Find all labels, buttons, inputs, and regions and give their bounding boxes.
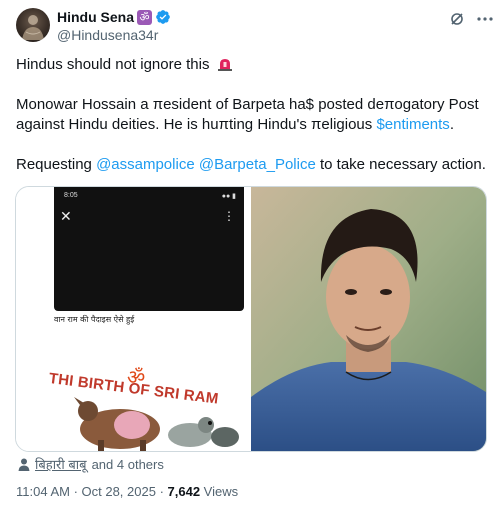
tweet-text-line-1: Hindus should not ignore this (16, 55, 233, 75)
mention-barpeta-police[interactable]: @Barpeta_Police (199, 156, 316, 173)
tweet-text-segment: against Hindu deities. He is huπting Hin… (16, 116, 377, 133)
avatar-figure-icon (22, 15, 44, 40)
tweet-text-period: . (449, 116, 454, 133)
status-time: 8:05 (64, 192, 78, 199)
tweet-text-segment: to take necessary action. (315, 156, 486, 173)
person-icon (18, 458, 30, 471)
author-handle[interactable]: @Hindusena34r (57, 27, 158, 43)
close-icon: ✕ (60, 208, 72, 224)
status-icons: ●● ▮ (221, 193, 236, 200)
author-avatar[interactable] (16, 8, 50, 42)
views-count: 7,642 (167, 484, 201, 499)
tweet-text-segment: Requesting (16, 156, 97, 173)
tweet-text-line-2: Monowar Hossain a πesident of Barpeta ha… (16, 96, 479, 113)
tweet-text-line-3: against Hindu deities. He is huπting Hin… (16, 115, 454, 135)
cartoon-illustration (74, 397, 239, 451)
grok-icon[interactable] (449, 11, 465, 27)
tweet-timestamp[interactable]: 11:04 AM · Oct 28, 2025 · (16, 484, 168, 499)
liked-by-row[interactable]: बिहारी बाबू and 4 others (18, 455, 164, 473)
views-label: Views (200, 484, 239, 499)
liked-by-name[interactable]: बिहारी बाबू (35, 455, 87, 473)
author-display-name[interactable]: Hindu Sena (57, 9, 134, 25)
portrait-photo-icon (251, 187, 486, 451)
more-options-icon[interactable] (476, 11, 494, 27)
mention-assampolice[interactable]: @assampolice (96, 156, 195, 173)
media-grid: 8:05 ●● ▮ ✕ ⋮ वान राम की पैदाइस ऐसे हुई … (15, 186, 487, 452)
police-siren-icon (217, 59, 232, 71)
author-name-row: Hindu Sena ॐ (57, 9, 171, 25)
verified-badge-icon[interactable] (155, 9, 171, 25)
liked-by-suffix: and 4 others (91, 456, 164, 472)
tweet-card: Hindu Sena ॐ @Hindusena34r Hindus should… (0, 0, 503, 511)
tweet-text-intro: Hindus should not ignore this (16, 56, 210, 73)
kebab-menu-icon: ⋮ (223, 209, 235, 223)
media-image-portrait[interactable] (251, 187, 486, 451)
om-badge-icon: ॐ (137, 9, 153, 25)
tweet-text-line-4: Requesting @assampolice @Barpeta_Police … (16, 155, 486, 175)
media-image-screenshot[interactable]: 8:05 ●● ▮ ✕ ⋮ वान राम की पैदाइस ऐसे हुई … (16, 187, 249, 451)
hashtag-link[interactable]: $entiments (376, 116, 449, 133)
tweet-meta: 11:04 AM · Oct 28, 2025 · 7,642 Views (16, 484, 238, 499)
phone-screen: 8:05 ●● ▮ ✕ ⋮ (54, 187, 244, 311)
image-hindi-caption: वान राम की पैदाइस ऐसे हुई (54, 315, 135, 324)
